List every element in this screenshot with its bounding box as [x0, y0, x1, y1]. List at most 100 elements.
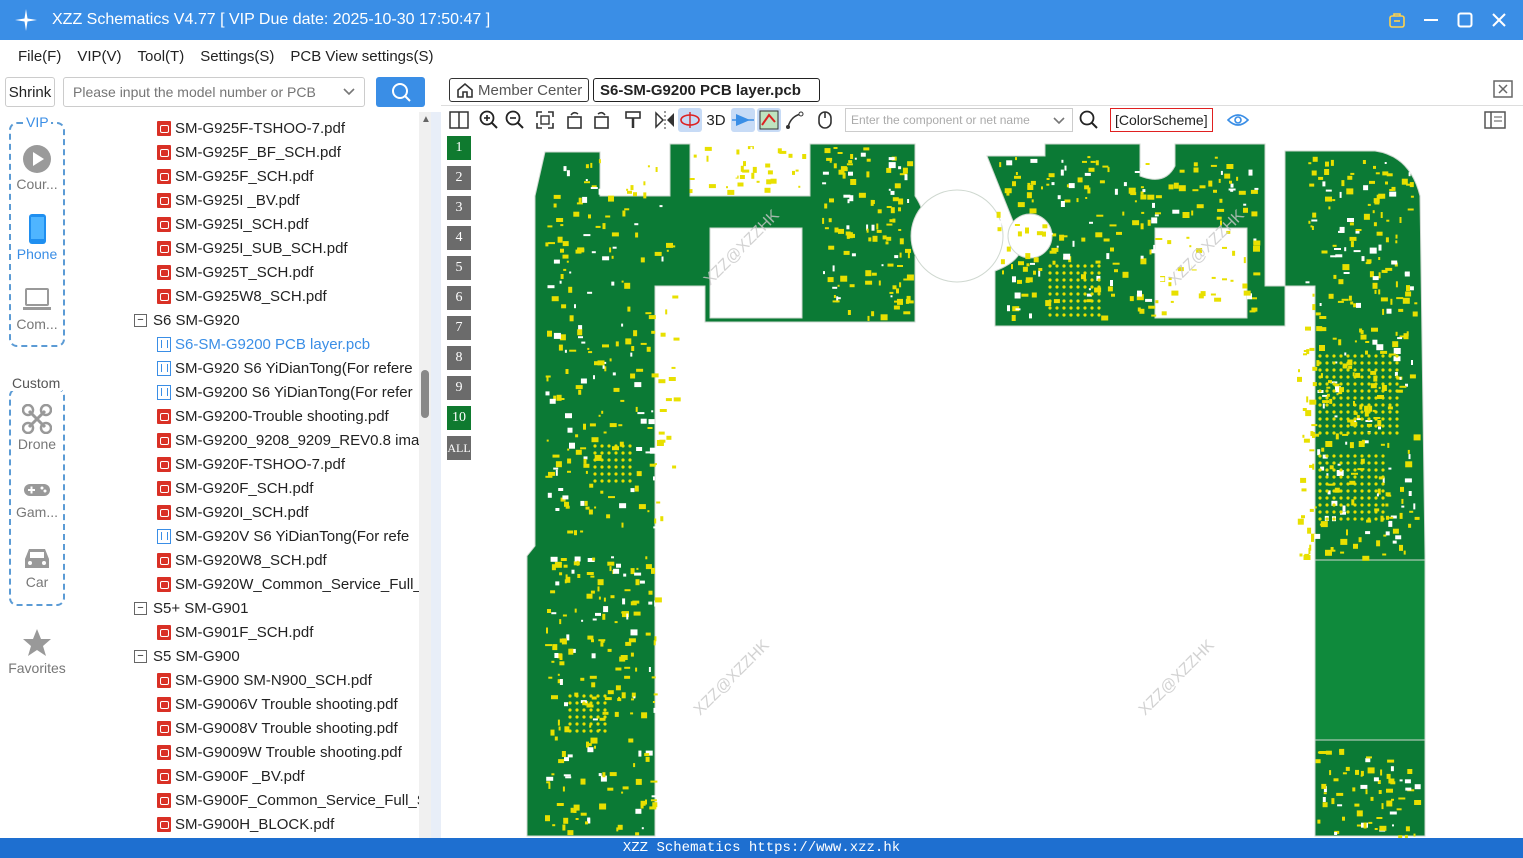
layer-button-5[interactable]: 5	[447, 256, 471, 280]
tree-item-pdf[interactable]: SM-G901F_SCH.pdf	[157, 620, 313, 644]
tree-item-pdf[interactable]: SM-G920F_SCH.pdf	[157, 476, 313, 500]
collapse-icon[interactable]: −	[134, 313, 147, 327]
chevron-down-icon[interactable]	[1052, 114, 1066, 128]
tree-item-pdf[interactable]: SM-G925I _BV.pdf	[157, 188, 300, 212]
menu-tool[interactable]: Tool(T)	[138, 48, 185, 65]
layer-button-6[interactable]: 6	[447, 286, 471, 310]
layer-button-3[interactable]: 3	[447, 196, 471, 220]
tree-item-pdf[interactable]: SM-G920W_Common_Service_Full_	[157, 572, 419, 596]
tree-item-pdf[interactable]: SM-G925F_SCH.pdf	[157, 164, 313, 188]
menu-settings[interactable]: Settings(S)	[200, 48, 274, 65]
rotate-left-button[interactable]	[563, 108, 587, 132]
tree-item-pdf[interactable]: SM-G9008V Trouble shooting.pdf	[157, 716, 398, 740]
scroll-up-icon[interactable]: ▲	[421, 114, 431, 125]
pcb-bga-ball	[1339, 503, 1343, 507]
tree-item-pcb[interactable]: S6-SM-G9200 PCB layer.pcb	[157, 332, 370, 356]
layer-button-9[interactable]: 9	[447, 376, 471, 400]
fit-view-button[interactable]	[533, 108, 557, 132]
pin-mode-button[interactable]	[731, 108, 755, 132]
vip-bag-button[interactable]	[1385, 8, 1409, 32]
tree-item-pdf[interactable]: SM-G9200-Trouble shooting.pdf	[157, 404, 389, 428]
tree-folder[interactable]: − S5+ SM-G901	[134, 596, 248, 620]
menu-pcb-view-settings[interactable]: PCB View settings(S)	[290, 48, 433, 65]
nav-item-drone[interactable]: Drone	[0, 404, 74, 452]
tree-item-pdf[interactable]: SM-G920I_SCH.pdf	[157, 500, 308, 524]
tree-item-pdf[interactable]: SM-G925T_SCH.pdf	[157, 260, 313, 284]
tree-item-pdf[interactable]: SM-G920W8_SCH.pdf	[157, 548, 327, 572]
chevron-down-icon[interactable]	[342, 84, 356, 98]
tree-item-pcb[interactable]: SM-G920 S6 YiDianTong(For refere	[157, 356, 413, 380]
close-button[interactable]	[1487, 8, 1511, 32]
pcb-bga-ball	[1346, 354, 1350, 358]
maximize-button[interactable]	[1453, 8, 1477, 32]
3d-view-button[interactable]: 3D	[703, 108, 729, 132]
scroll-thumb[interactable]	[421, 370, 429, 418]
highlight-net-button[interactable]	[757, 108, 781, 132]
pcb-pad	[562, 614, 567, 617]
menu-file[interactable]: File(F)	[18, 48, 61, 65]
minimize-button[interactable]	[1419, 8, 1443, 32]
tree-item-pdf[interactable]: SM-G9200_9208_9209_REV0.8 imag	[157, 428, 419, 452]
search-button[interactable]	[376, 77, 425, 107]
layer-button-7[interactable]: 7	[447, 316, 471, 340]
zoom-out-button[interactable]	[503, 108, 527, 132]
tree-item-pdf[interactable]: SM-G920F-TSHOO-7.pdf	[157, 452, 345, 476]
tree-item-pcb[interactable]: SM-G920V S6 YiDianTong(For refe	[157, 524, 409, 548]
tree-item-pdf[interactable]: SM-G9006V Trouble shooting.pdf	[157, 692, 398, 716]
nav-item-car[interactable]: Car	[0, 544, 74, 590]
mirror-button[interactable]	[653, 108, 677, 132]
pcb-pad	[1363, 185, 1369, 191]
layer-button-1[interactable]: 1	[447, 136, 471, 160]
tree-item-pdf[interactable]: SM-G925W8_SCH.pdf	[157, 284, 327, 308]
tree-item-pdf[interactable]: SM-G925I_SUB_SCH.pdf	[157, 236, 348, 260]
visibility-button[interactable]	[1226, 108, 1250, 132]
tree-item-pdf[interactable]: SM-G925F-TSHOO-7.pdf	[157, 116, 345, 140]
side-panel-button[interactable]	[1483, 108, 1507, 132]
tab-pcb-file[interactable]: S6-SM-G9200 PCB layer.pcb	[593, 78, 820, 102]
pcb-pad	[788, 153, 793, 158]
menu-vip[interactable]: VIP(V)	[77, 48, 121, 65]
tree-item-pdf[interactable]: SM-G9009W Trouble shooting.pdf	[157, 740, 402, 764]
format-brush-button[interactable]	[621, 108, 645, 132]
layer-button-2[interactable]: 2	[447, 166, 471, 190]
layer-button-4[interactable]: 4	[447, 226, 471, 250]
pcb-board-render[interactable]: XZZ@XZZHK XZZ@XZZHKXZZ@XZZHK XZZ@XZZHK	[475, 136, 1515, 838]
color-scheme-button[interactable]: [ColorScheme]	[1110, 108, 1213, 132]
component-search-input[interactable]: Enter the component or net name	[845, 108, 1073, 132]
pcb-bga-ball	[582, 729, 586, 733]
tree-item-pcb[interactable]: SM-G9200 S6 YiDianTong(For refer	[157, 380, 413, 404]
collapse-icon[interactable]: −	[134, 649, 147, 663]
pcb-canvas[interactable]: XZZ@XZZHK XZZ@XZZHK XZZ@XZZHK XZZ@XZZHK	[475, 136, 1515, 838]
layer-button-all[interactable]: ALL	[447, 436, 471, 460]
tree-item-pdf[interactable]: SM-G925I_SCH.pdf	[157, 212, 308, 236]
layer-button-10[interactable]: 10	[447, 406, 471, 430]
tab-member-center[interactable]: Member Center	[449, 78, 590, 102]
tree-item-pdf[interactable]: SM-G900F _BV.pdf	[157, 764, 305, 788]
flip-board-button[interactable]	[678, 108, 702, 132]
tree-item-pdf[interactable]: SM-G900H_BLOCK.pdf	[157, 812, 334, 836]
zoom-in-button[interactable]	[477, 108, 501, 132]
layer-button-8[interactable]: 8	[447, 346, 471, 370]
split-view-button[interactable]	[447, 108, 471, 132]
nav-item-phone[interactable]: Phone	[0, 214, 74, 262]
tree-folder[interactable]: − S5 SM-G900	[134, 644, 240, 668]
model-search-box[interactable]	[63, 77, 365, 107]
tree-item-pdf[interactable]: SM-G900F_Common_Service_Full_S	[157, 788, 419, 812]
panel-splitter[interactable]	[431, 112, 441, 838]
shrink-button[interactable]: Shrink	[5, 77, 55, 107]
close-tabs-button[interactable]	[1493, 80, 1513, 102]
tree-scrollbar[interactable]: ▲	[419, 112, 431, 838]
tree-folder[interactable]: − S6 SM-G920	[134, 308, 240, 332]
tree-item-pdf[interactable]: SM-G900 SM-N900_SCH.pdf	[157, 668, 372, 692]
tree-item-pdf[interactable]: SM-G925F_BF_SCH.pdf	[157, 140, 341, 164]
trace-tool-button[interactable]	[783, 108, 807, 132]
nav-item-games[interactable]: Gam...	[0, 478, 74, 520]
component-search-button[interactable]	[1077, 108, 1101, 132]
mouse-mode-button[interactable]	[813, 108, 837, 132]
nav-item-computer[interactable]: Com...	[0, 286, 74, 332]
collapse-icon[interactable]: −	[134, 601, 147, 615]
model-search-input[interactable]	[73, 84, 333, 100]
nav-item-courses[interactable]: Cour...	[0, 144, 74, 192]
rotate-right-button[interactable]	[589, 108, 613, 132]
nav-item-favorites[interactable]: Favorites	[0, 628, 74, 676]
